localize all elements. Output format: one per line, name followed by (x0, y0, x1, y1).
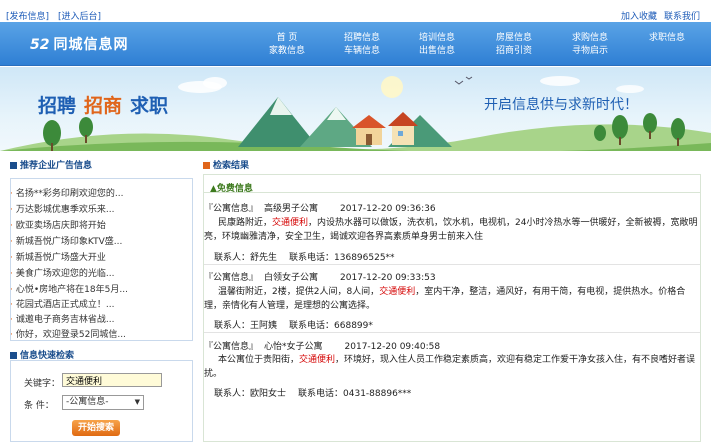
result-description: 温馨街附近，2楼，提供2人间，8人间，交通便利，室内干净，整洁，通风好，有用干简… (204, 285, 698, 313)
nav-column-1: 首 页 家教信息 (257, 32, 317, 58)
result-category: 『公寓信息』 (204, 273, 259, 283)
result-keyword-highlight: 交通便利 (272, 218, 309, 228)
divider (204, 192, 700, 193)
result-contact: 联系人：王阿姨 联系电话：668899* (214, 318, 373, 331)
ads-section-title: 推荐企业广告信息 (10, 158, 92, 171)
result-header: 『公寓信息』 白领女子公寓 2017-12-20 09:33:53 (204, 270, 436, 283)
condition-select[interactable]: -公寓信息- ▼ (62, 395, 144, 410)
result-text: 本公寓位于贵阳街， (218, 355, 300, 365)
result-contact-person: 联系人：王阿姨 (214, 321, 278, 331)
results-section-title: 检索结果 (203, 158, 249, 171)
result-description: 民康路附近，交通便利，内设热水器可以做饭，洗衣机，饮水机，电视机，24小时冷热水… (204, 216, 698, 244)
condition-label: 条 件： (24, 401, 54, 411)
ad-item[interactable]: 新城吾悦广场盛大开业 (10, 250, 172, 263)
publish-info-link[interactable]: [发布信息] (6, 9, 49, 22)
divider (204, 332, 700, 333)
result-contact-person: 联系人：舒先生 (214, 253, 278, 263)
square-bullet-icon (203, 162, 210, 169)
banner-headline: 招聘 招商 求职 (38, 91, 168, 118)
result-title-link[interactable]: 高级男子公寓 (264, 204, 318, 214)
square-bullet-icon (10, 162, 17, 169)
site-header: 52 同城信息网 首 页 家教信息 招聘信息 车辆信息 培训信息 出售信息 房屋信… (0, 22, 711, 66)
banner-word-job-seek: 求职 (130, 95, 169, 117)
square-bullet-icon (10, 352, 17, 359)
keyword-input[interactable] (62, 373, 162, 387)
banner-word-recruit: 招聘 (38, 95, 77, 117)
banner-word-investment: 招商 (84, 95, 123, 117)
result-title-link[interactable]: 白领女子公寓 (264, 273, 318, 283)
nav-purchase[interactable]: 求购信息 (560, 32, 620, 45)
ad-item[interactable]: 诚邀电子商务吉林省战... (10, 312, 172, 325)
divider (204, 264, 700, 265)
result-description: 本公寓位于贵阳街，交通便利，环境好，现入住人员工作稳定素质高，欢迎有稳定工作爱干… (204, 353, 698, 381)
admin-link[interactable]: [进入后台] (58, 9, 101, 22)
nav-sale[interactable]: 出售信息 (407, 45, 467, 58)
nav-column-5: 求购信息 寻物启示 (560, 32, 620, 58)
nav-column-3: 培训信息 出售信息 (407, 32, 467, 58)
ad-item[interactable]: 心悦•房地产将在18年5月... (10, 282, 172, 295)
chevron-down-icon: ▼ (134, 398, 140, 406)
ads-title-text: 推荐企业广告信息 (20, 161, 93, 171)
result-contact: 联系人：舒先生 联系电话：136896525** (214, 250, 395, 263)
site-logo[interactable]: 52 同城信息网 (30, 34, 128, 54)
result-datetime: 2017-12-20 09:33:53 (340, 273, 436, 283)
results-title-text: 检索结果 (213, 161, 250, 171)
search-button[interactable]: 开始搜索 (72, 420, 120, 436)
nav-training[interactable]: 培训信息 (407, 32, 467, 45)
result-title-link[interactable]: 心怡*女子公寓 (264, 342, 323, 352)
ad-item[interactable]: 花园式酒店正式成立！... (10, 297, 172, 310)
result-contact-phone: 联系电话：0431-88896*** (298, 389, 412, 399)
result-contact: 联系人：欧阳女士 联系电话：0431-88896*** (214, 386, 411, 399)
result-contact-person: 联系人：欧阳女士 (214, 389, 287, 399)
condition-selected-value: -公寓信息- (66, 397, 109, 407)
nav-home[interactable]: 首 页 (257, 32, 317, 45)
result-keyword-highlight: 交通便利 (379, 287, 416, 297)
ad-item[interactable]: 你好，欢迎登录52同城信... (10, 327, 172, 340)
keyword-label: 关键字： (24, 379, 61, 389)
result-text: 民康路附近， (218, 218, 273, 228)
nav-vehicle[interactable]: 车辆信息 (332, 45, 392, 58)
result-datetime: 2017-12-20 09:40:58 (344, 342, 441, 352)
result-header: 『公寓信息』 心怡*女子公寓 2017-12-20 09:40:58 (204, 339, 440, 352)
result-keyword-highlight: 交通便利 (299, 355, 336, 365)
ad-item[interactable]: 万达影城优惠季欢乐来... (10, 202, 172, 215)
result-contact-phone: 联系电话：668899* (289, 321, 373, 331)
result-category: 『公寓信息』 (204, 204, 259, 214)
nav-lost-found[interactable]: 寻物启示 (560, 45, 620, 58)
result-text: 温馨街附近，2楼，提供2人间，8人间， (218, 287, 380, 297)
logo-text: 同城信息网 (53, 37, 129, 53)
contact-us-link[interactable]: 联系我们 (664, 9, 700, 22)
add-favorite-link[interactable]: 加入收藏 (621, 9, 657, 22)
nav-investment[interactable]: 招商引资 (484, 45, 544, 58)
result-header: 『公寓信息』 高级男子公寓 2017-12-20 09:36:36 (204, 201, 436, 214)
result-datetime: 2017-12-20 09:36:36 (340, 204, 436, 214)
ad-item[interactable]: 欧亚卖场店庆即将开始 (10, 218, 172, 231)
nav-column-4: 房屋信息 招商引资 (484, 32, 544, 58)
ad-item[interactable]: 新城吾悦广场印象KTV盛... (10, 234, 172, 247)
nav-column-6: 求职信息 (637, 32, 697, 45)
banner: 招聘 招商 求职 开启信息供与求新时代！ (0, 67, 711, 151)
nav-column-2: 招聘信息 车辆信息 (332, 32, 392, 58)
ad-item[interactable]: 名扬**彩务印刷欢迎您的... (10, 186, 172, 199)
banner-slogan: 开启信息供与求新时代！ (484, 97, 638, 113)
nav-recruit[interactable]: 招聘信息 (332, 32, 392, 45)
nav-housing[interactable]: 房屋信息 (484, 32, 544, 45)
nav-tutor[interactable]: 家教信息 (257, 45, 317, 58)
logo-number: 52 (30, 37, 50, 53)
result-category: 『公寓信息』 (204, 342, 259, 352)
ad-item[interactable]: 美食广场欢迎您的光临... (10, 266, 172, 279)
result-contact-phone: 联系电话：136896525** (289, 253, 395, 263)
top-bar: [发布信息] [进入后台] 加入收藏 联系我们 (0, 0, 711, 22)
nav-job-seek[interactable]: 求职信息 (637, 32, 697, 45)
